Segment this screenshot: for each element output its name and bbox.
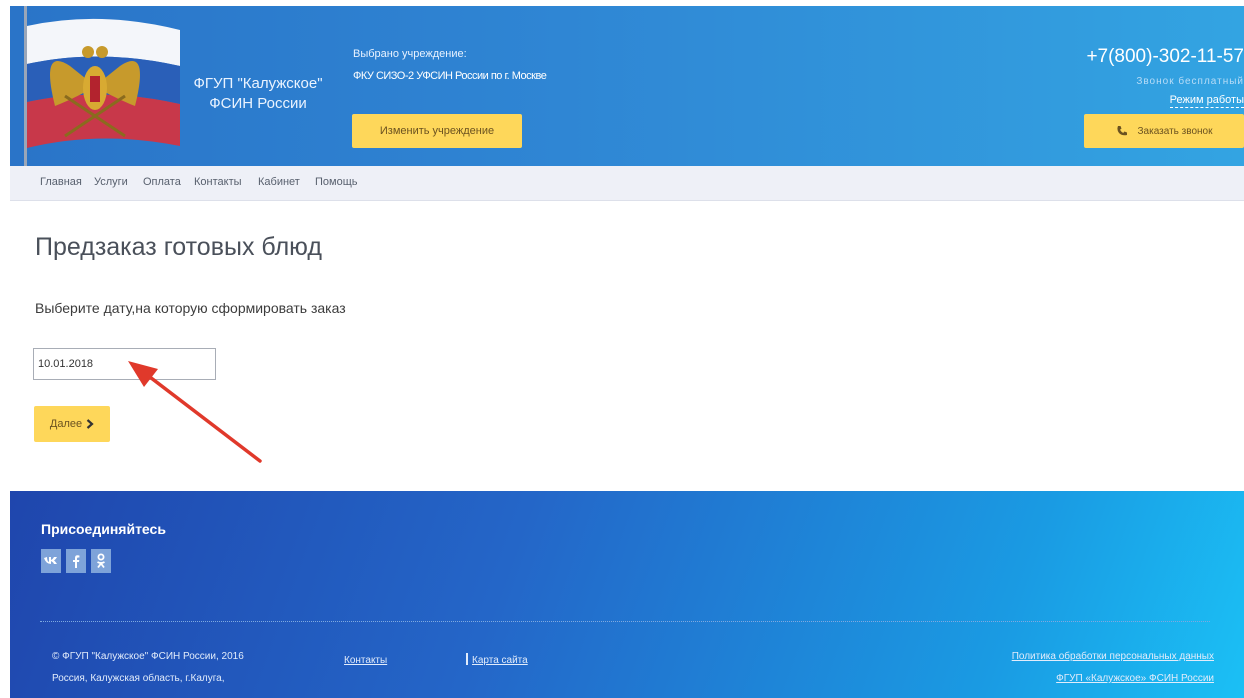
nav-item-payment[interactable]: Оплата: [143, 176, 181, 188]
nav-item-cabinet[interactable]: Кабинет: [258, 176, 300, 188]
copyright-line-1: © ФГУП "Калужское" ФСИН России, 2016: [52, 651, 244, 662]
free-call-note: Звонок бесплатный: [1136, 76, 1244, 87]
nav-item-contacts[interactable]: Контакты: [194, 176, 242, 188]
next-button-label: Далее: [49, 418, 83, 430]
nav-item-home[interactable]: Главная: [40, 176, 82, 188]
facebook-icon[interactable]: [66, 549, 86, 573]
selected-institution-value: ФКУ СИЗО-2 УФСИН России по г. Москве: [353, 70, 547, 82]
date-instruction: Выберите дату,на которую сформировать за…: [35, 300, 346, 316]
footer-link-contacts[interactable]: Контакты: [344, 655, 387, 666]
next-button[interactable]: Далее: [34, 406, 110, 442]
footer-divider: [40, 621, 1210, 622]
odnoklassniki-icon[interactable]: [91, 549, 111, 573]
phone-icon: [1116, 126, 1127, 136]
date-input[interactable]: [33, 348, 216, 380]
join-us-title: Присоединяйтесь: [41, 521, 166, 537]
copyright-line-2: Россия, Калужская область, г.Калуга,: [52, 673, 225, 684]
chevron-right-icon: [86, 419, 94, 429]
work-mode-link[interactable]: Режим работы: [1169, 94, 1244, 108]
selected-institution-label: Выбрано учреждение:: [353, 48, 467, 60]
page-title: Предзаказ готовых блюд: [35, 233, 322, 261]
org-name[interactable]: ФГУП "Калужское" ФСИН России: [178, 74, 338, 114]
nav-item-services[interactable]: Услуги: [94, 176, 128, 188]
order-callback-button[interactable]: Заказать звонок: [1084, 114, 1244, 148]
change-institution-button[interactable]: Изменить учреждение: [352, 114, 522, 148]
site-footer: Присоединяйтесь © ФГУП "Калужское" ФСИН …: [10, 491, 1244, 698]
order-callback-label: Заказать звонок: [1137, 125, 1213, 137]
footer-link-organization[interactable]: ФГУП «Калужское» ФСИН России: [1056, 673, 1214, 684]
main-nav: Главная Услуги Оплата Контакты Кабинет П…: [10, 166, 1244, 201]
vk-icon[interactable]: [41, 549, 61, 573]
footer-link-sitemap[interactable]: Карта сайта: [472, 655, 528, 666]
footer-link-separator: [466, 653, 468, 665]
site-header: ФГУП "Калужское" ФСИН России Выбрано учр…: [10, 6, 1244, 166]
footer-link-privacy-policy[interactable]: Политика обработки персональных данных: [1012, 651, 1214, 662]
phone-number[interactable]: +7(800)-302-11-57: [1086, 46, 1244, 68]
nav-item-help[interactable]: Помощь: [315, 176, 358, 188]
emblem-flag-logo[interactable]: [10, 6, 190, 166]
